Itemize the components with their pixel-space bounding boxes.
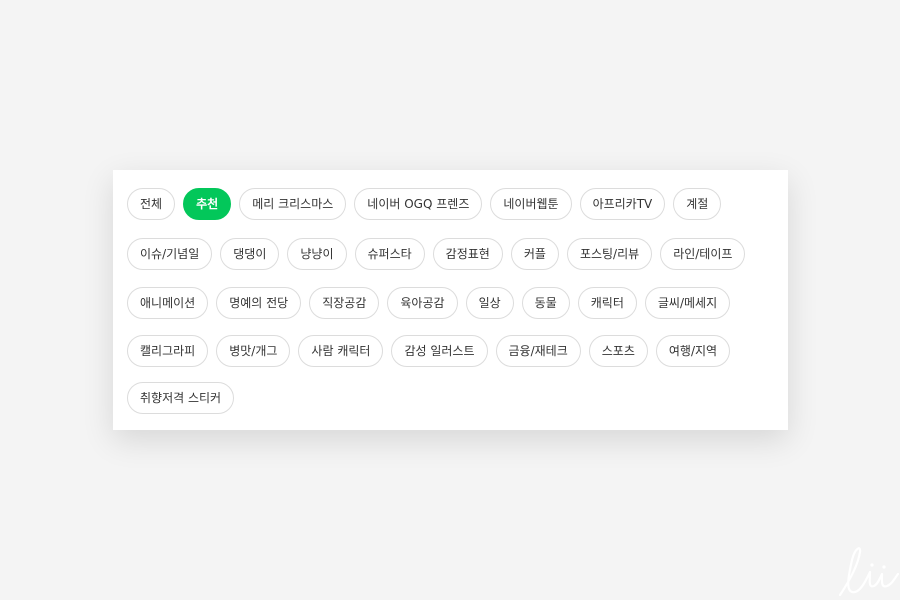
category-row: 전체 추천 메리 크리스마스 네이버 OGQ 프렌즈 네이버웹툰 아프리카TV 계절 (127, 188, 729, 220)
category-chip[interactable]: 포스팅/리뷰 (566, 238, 653, 270)
category-chip[interactable]: 캐릭터 (577, 287, 637, 319)
category-row: 애니메이션 명예의 전당 직장공감 육아공감 일상 동물 캐릭터 글씨/메세지 (127, 287, 738, 319)
signature-watermark (838, 547, 900, 597)
category-row: 이슈/기념일 댕댕이 냥냥이 슈퍼스타 감정표현 커플 포스팅/리뷰 라인/테이프 (127, 238, 753, 270)
category-chip[interactable]: 네이버 OGQ 프렌즈 (354, 188, 483, 220)
category-chip[interactable]: 추천 (183, 188, 232, 220)
category-chip[interactable]: 동물 (521, 287, 570, 319)
category-chip[interactable]: 네이버웹툰 (490, 188, 572, 220)
category-chip[interactable]: 글씨/메세지 (644, 287, 731, 319)
category-chip[interactable]: 육아공감 (387, 287, 458, 319)
category-chip[interactable]: 병맛/개그 (216, 335, 291, 367)
category-row: 취향저격 스티커 (127, 382, 242, 414)
category-chip[interactable]: 감성 일러스트 (391, 335, 488, 367)
category-chip[interactable]: 사람 캐릭터 (298, 335, 384, 367)
category-chip[interactable]: 취향저격 스티커 (127, 382, 235, 414)
category-chip[interactable]: 직장공감 (309, 287, 380, 319)
category-row: 캘리그라피 병맛/개그 사람 캐릭터 감성 일러스트 금융/재테크 스포츠 여행/지역 (127, 335, 738, 367)
category-chip[interactable]: 캘리그라피 (127, 335, 209, 367)
category-chip[interactable]: 댕댕이 (220, 238, 280, 270)
category-chip[interactable]: 냥냥이 (287, 238, 347, 270)
category-chip[interactable]: 스포츠 (588, 335, 648, 367)
sticker-category-panel: 전체 추천 메리 크리스마스 네이버 OGQ 프렌즈 네이버웹툰 아프리카TV 계절 이슈/… (113, 170, 788, 430)
category-chip[interactable]: 이슈/기념일 (127, 238, 213, 270)
category-chip[interactable]: 일상 (465, 287, 514, 319)
category-chip[interactable]: 여행/지역 (655, 335, 731, 367)
category-chip[interactable]: 금융/재테크 (495, 335, 581, 367)
category-chip[interactable]: 슈퍼스타 (354, 238, 425, 270)
category-chip[interactable]: 아프리카TV (579, 188, 666, 220)
category-chip[interactable]: 메리 크리스마스 (239, 188, 347, 220)
category-chip[interactable]: 애니메이션 (127, 287, 209, 319)
category-chip[interactable]: 라인/테이프 (660, 238, 746, 270)
category-chip[interactable]: 감정표현 (432, 238, 503, 270)
category-chip[interactable]: 전체 (127, 188, 176, 220)
category-chip[interactable]: 명예의 전당 (216, 287, 302, 319)
category-chip[interactable]: 계절 (673, 188, 722, 220)
category-chip[interactable]: 커플 (510, 238, 559, 270)
